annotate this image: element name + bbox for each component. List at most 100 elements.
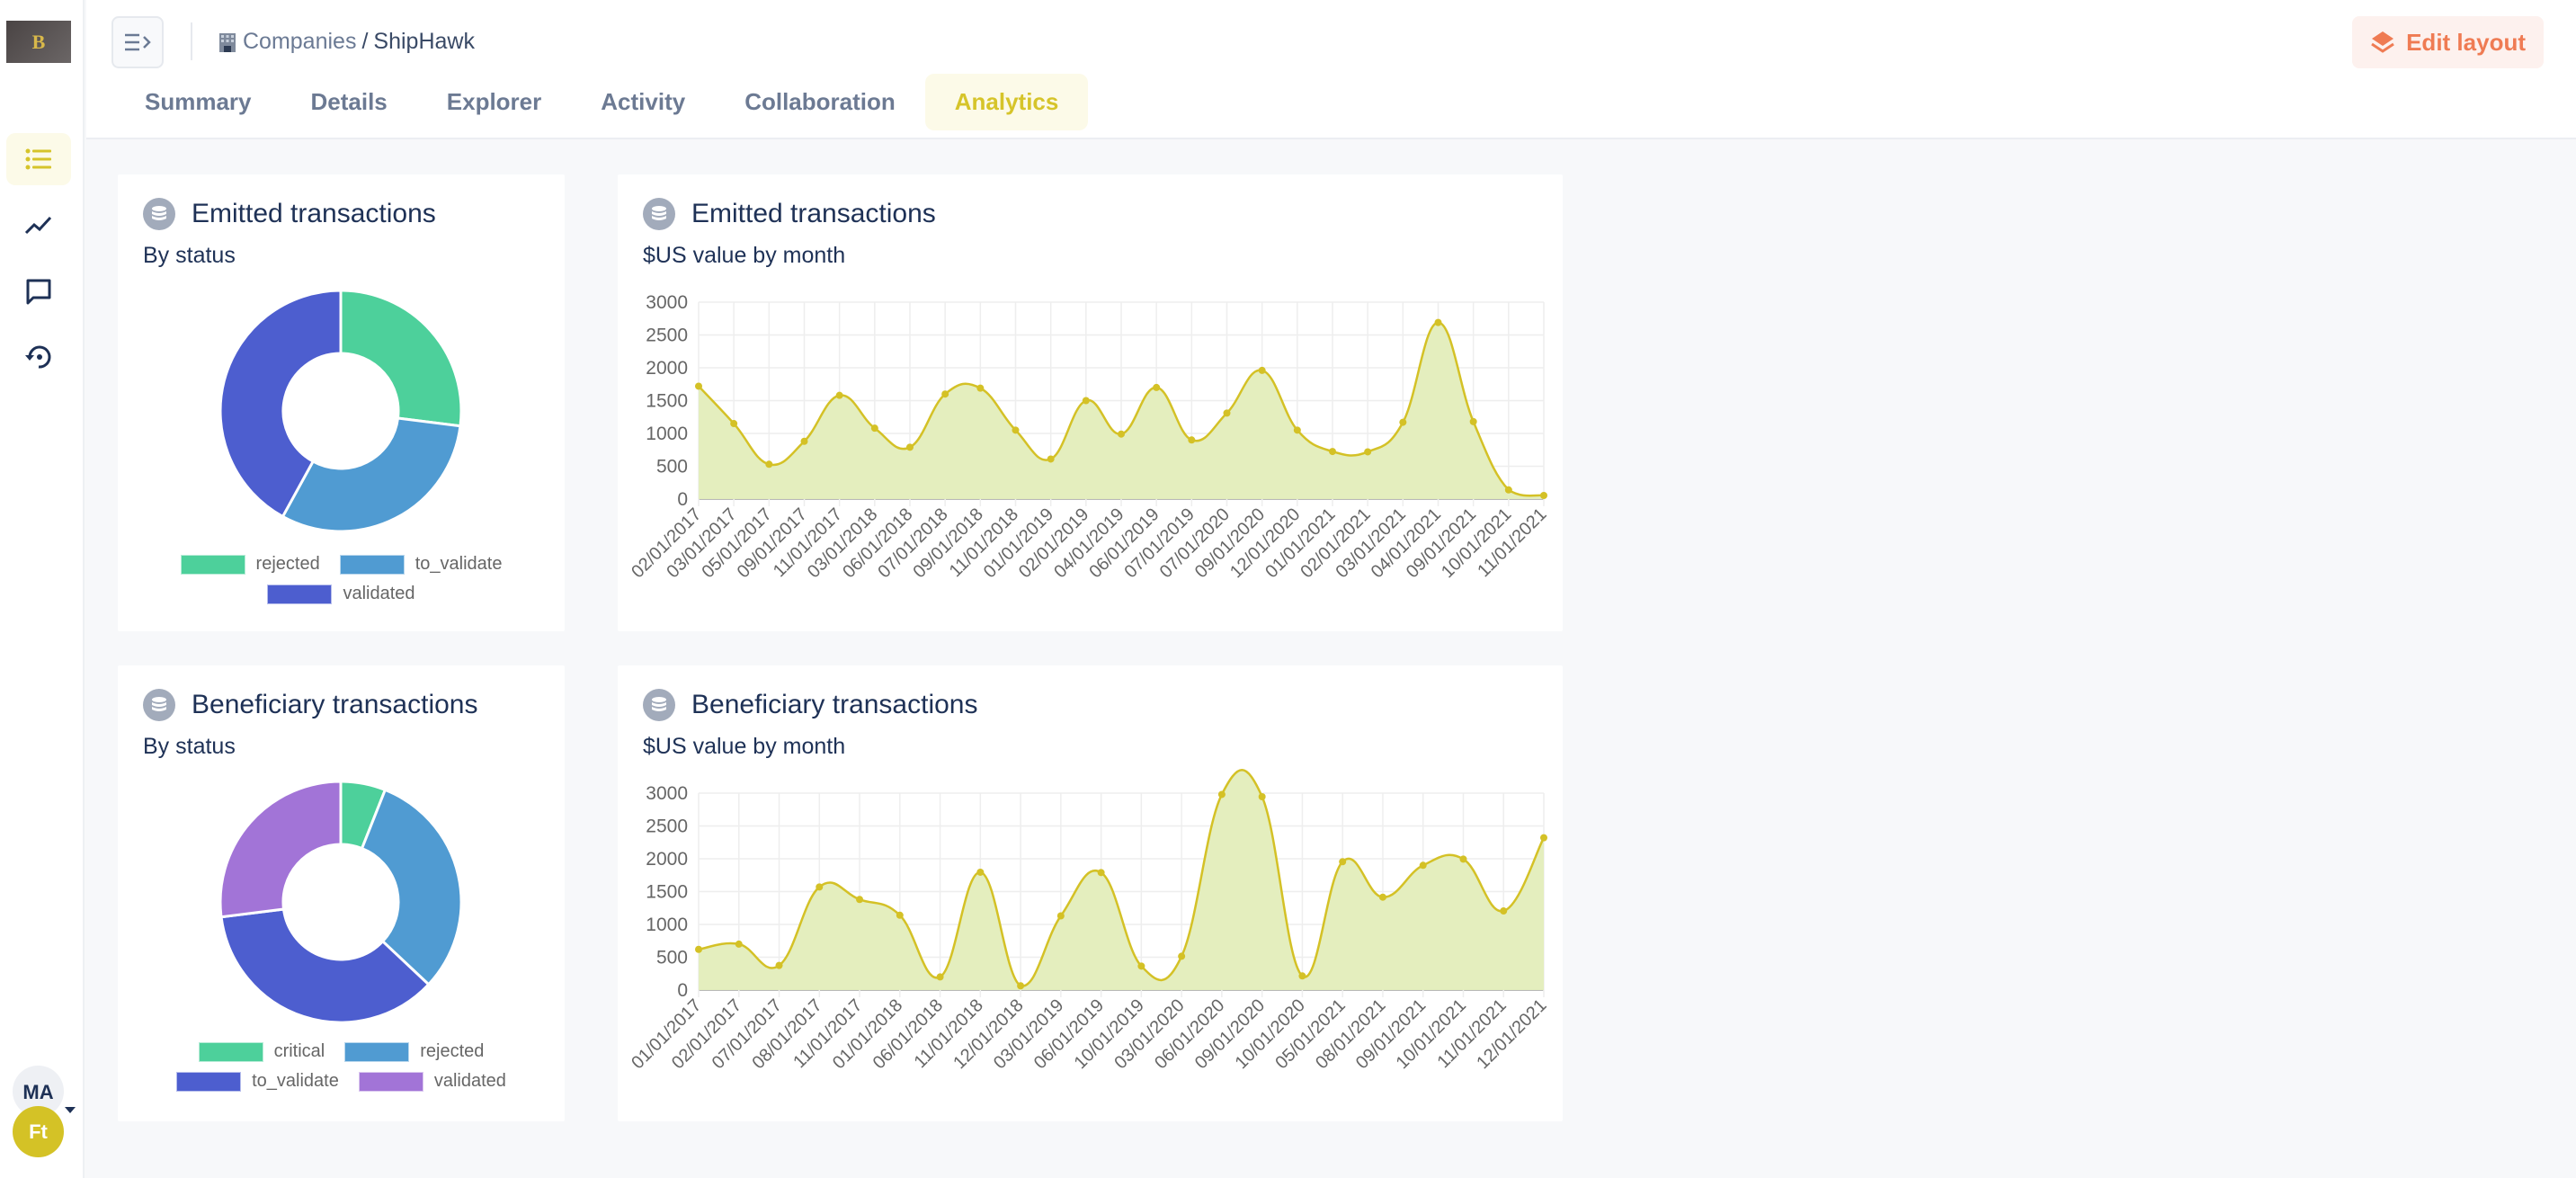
data-point[interactable] (816, 883, 824, 891)
tab-bar: Summary Details Explorer Activity Collab… (115, 74, 1089, 130)
divider (191, 22, 192, 60)
data-point[interactable] (1188, 436, 1196, 444)
data-point[interactable] (1047, 455, 1055, 463)
y-tick-label: 1000 (646, 424, 688, 444)
tab-summary[interactable]: Summary (115, 74, 281, 130)
tab-analytics[interactable]: Analytics (924, 74, 1089, 130)
legend-label: rejected (420, 1041, 485, 1061)
data-point[interactable] (1504, 486, 1512, 494)
data-point[interactable] (1137, 962, 1145, 970)
data-point[interactable] (976, 384, 985, 392)
legend-swatch (267, 584, 333, 604)
tab-details[interactable]: Details (281, 74, 417, 130)
legend-item-rejected[interactable]: rejected (344, 1041, 484, 1062)
legend-swatch (180, 554, 245, 575)
data-point[interactable] (1082, 397, 1090, 405)
data-point[interactable] (1399, 418, 1407, 426)
data-point[interactable] (1258, 793, 1266, 801)
legend-label: critical (273, 1041, 325, 1061)
data-point[interactable] (775, 961, 783, 969)
legend-swatch (198, 1041, 263, 1062)
data-point[interactable] (896, 911, 904, 919)
y-tick-label: 2000 (646, 849, 688, 870)
sidebar-item-history[interactable] (6, 331, 71, 383)
legend-item-validated[interactable]: validated (267, 584, 415, 604)
data-point[interactable] (1339, 858, 1347, 866)
data-point[interactable] (1329, 448, 1336, 456)
sidebar-item-analytics[interactable] (6, 200, 71, 252)
legend-swatch (358, 1071, 423, 1092)
data-point[interactable] (1434, 318, 1442, 326)
data-point[interactable] (765, 460, 773, 469)
data-point[interactable] (941, 390, 949, 398)
sidebar-item-comments[interactable] (6, 265, 71, 317)
chat-icon (26, 279, 51, 305)
data-point[interactable] (1012, 426, 1020, 434)
legend-label: to_validate (252, 1071, 339, 1091)
tab-explorer[interactable]: Explorer (417, 74, 572, 130)
toggle-sidebar-button[interactable] (111, 16, 164, 68)
list-icon (25, 148, 51, 170)
data-point[interactable] (735, 940, 743, 948)
data-point[interactable] (870, 424, 878, 433)
data-point[interactable] (835, 391, 843, 399)
data-point[interactable] (1540, 834, 1547, 842)
legend-item-to_validate[interactable]: to_validate (339, 554, 502, 575)
data-point[interactable] (1459, 855, 1467, 863)
data-point[interactable] (1056, 912, 1065, 920)
data-point[interactable] (1378, 893, 1386, 901)
data-point[interactable] (1217, 790, 1226, 799)
data-point[interactable] (695, 945, 702, 953)
legend-label: rejected (255, 554, 320, 574)
data-point[interactable] (1017, 982, 1025, 990)
data-point[interactable] (1097, 869, 1105, 877)
legend-item-critical[interactable]: critical (198, 1041, 325, 1062)
edit-layout-label: Edit layout (2406, 28, 2526, 56)
donut-slice-rejected[interactable] (339, 289, 463, 428)
donut-slice-validated[interactable] (218, 780, 343, 919)
data-point[interactable] (1540, 491, 1547, 499)
breadcrumb-parent-link[interactable]: Companies (243, 29, 356, 55)
data-point[interactable] (1500, 907, 1508, 915)
data-point[interactable] (1153, 383, 1161, 391)
data-point[interactable] (856, 896, 864, 904)
data-point[interactable] (1419, 861, 1427, 870)
legend-swatch (176, 1071, 242, 1092)
sidebar-item-list[interactable] (6, 133, 71, 185)
data-point[interactable] (800, 437, 808, 445)
tab-activity[interactable]: Activity (571, 74, 715, 130)
y-tick-label: 1500 (646, 391, 688, 412)
data-point[interactable] (936, 973, 944, 981)
edit-layout-button[interactable]: Edit layout (2352, 16, 2544, 68)
data-point[interactable] (1178, 952, 1186, 960)
card-beneficiary-by-month: Beneficiary transactions $US value by mo… (618, 665, 1563, 1121)
data-point[interactable] (695, 382, 702, 390)
data-point[interactable] (906, 443, 914, 451)
legend-item-validated[interactable]: validated (358, 1071, 506, 1092)
chart-legend: rejected to_validate validated (118, 554, 565, 604)
data-point[interactable] (730, 420, 738, 428)
donut-slice-to_validate[interactable] (281, 416, 462, 533)
organization-avatar[interactable]: Ft (13, 1106, 64, 1157)
tab-collaboration[interactable]: Collaboration (715, 74, 925, 130)
data-point[interactable] (1364, 448, 1372, 456)
data-point[interactable] (1469, 417, 1477, 425)
chart-legend: critical rejected to_validate validated (118, 1041, 565, 1092)
data-point[interactable] (1223, 409, 1231, 417)
y-tick-label: 0 (677, 489, 688, 510)
data-point[interactable] (1118, 430, 1125, 438)
data-point[interactable] (1258, 366, 1266, 374)
data-point[interactable] (1298, 972, 1306, 980)
caret-down-icon[interactable] (65, 1107, 76, 1113)
legend-item-rejected[interactable]: rejected (180, 554, 320, 575)
y-tick-label: 500 (656, 457, 688, 477)
app-logo[interactable]: B (6, 21, 71, 63)
legend-item-to_validate[interactable]: to_validate (176, 1071, 339, 1092)
card-emitted-by-status: Emitted transactions By status rejected t… (118, 174, 565, 631)
legend-swatch (344, 1041, 410, 1062)
area-fill (699, 770, 1544, 990)
data-point[interactable] (1293, 426, 1301, 434)
data-point[interactable] (976, 868, 985, 876)
menu-expand-icon (125, 33, 151, 51)
sidebar: B MA Ft (0, 0, 85, 1178)
